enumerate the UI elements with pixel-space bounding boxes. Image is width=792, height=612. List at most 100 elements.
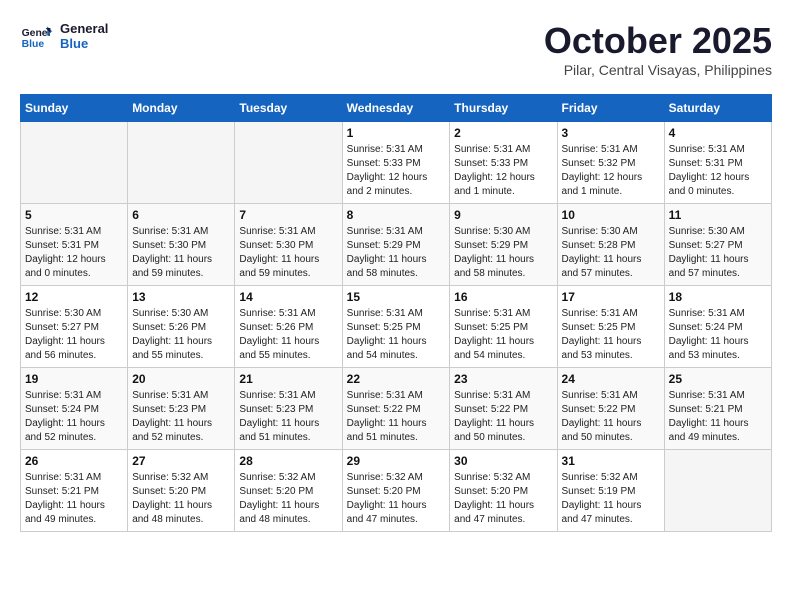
table-row: 20 Sunrise: 5:31 AMSunset: 5:23 PMDayligh… [128, 368, 235, 450]
day-info: Sunrise: 5:31 AMSunset: 5:23 PMDaylight:… [132, 389, 230, 445]
table-row [21, 122, 128, 204]
weekday-header-friday: Friday [557, 95, 664, 122]
day-info: Sunrise: 5:32 AMSunset: 5:20 PMDaylight:… [454, 471, 552, 527]
day-number: 15 [347, 290, 446, 304]
table-row: 28 Sunrise: 5:32 AMSunset: 5:20 PMDayligh… [235, 450, 342, 532]
day-info: Sunrise: 5:31 AMSunset: 5:24 PMDaylight:… [25, 389, 123, 445]
svg-text:Blue: Blue [22, 39, 45, 50]
table-row: 21 Sunrise: 5:31 AMSunset: 5:23 PMDayligh… [235, 368, 342, 450]
table-row: 4 Sunrise: 5:31 AMSunset: 5:31 PMDaylight… [664, 122, 771, 204]
day-number: 18 [669, 290, 767, 304]
day-info: Sunrise: 5:30 AMSunset: 5:27 PMDaylight:… [669, 225, 767, 281]
table-row: 3 Sunrise: 5:31 AMSunset: 5:32 PMDaylight… [557, 122, 664, 204]
day-number: 23 [454, 372, 552, 386]
table-row: 13 Sunrise: 5:30 AMSunset: 5:26 PMDayligh… [128, 286, 235, 368]
table-row: 30 Sunrise: 5:32 AMSunset: 5:20 PMDayligh… [450, 450, 557, 532]
day-info: Sunrise: 5:32 AMSunset: 5:19 PMDaylight:… [562, 471, 660, 527]
day-info: Sunrise: 5:31 AMSunset: 5:30 PMDaylight:… [132, 225, 230, 281]
table-row: 10 Sunrise: 5:30 AMSunset: 5:28 PMDayligh… [557, 204, 664, 286]
day-info: Sunrise: 5:30 AMSunset: 5:29 PMDaylight:… [454, 225, 552, 281]
day-info: Sunrise: 5:31 AMSunset: 5:26 PMDaylight:… [239, 307, 337, 363]
day-info: Sunrise: 5:30 AMSunset: 5:28 PMDaylight:… [562, 225, 660, 281]
location-subtitle: Pilar, Central Visayas, Philippines [544, 62, 772, 78]
calendar-week-row: 26 Sunrise: 5:31 AMSunset: 5:21 PMDayligh… [21, 450, 772, 532]
table-row: 8 Sunrise: 5:31 AMSunset: 5:29 PMDaylight… [342, 204, 450, 286]
weekday-header-thursday: Thursday [450, 95, 557, 122]
table-row: 29 Sunrise: 5:32 AMSunset: 5:20 PMDayligh… [342, 450, 450, 532]
day-number: 7 [239, 208, 337, 222]
day-number: 25 [669, 372, 767, 386]
title-block: October 2025 Pilar, Central Visayas, Phi… [544, 20, 772, 78]
day-number: 26 [25, 454, 123, 468]
table-row: 15 Sunrise: 5:31 AMSunset: 5:25 PMDayligh… [342, 286, 450, 368]
day-info: Sunrise: 5:31 AMSunset: 5:29 PMDaylight:… [347, 225, 446, 281]
weekday-header-wednesday: Wednesday [342, 95, 450, 122]
table-row: 5 Sunrise: 5:31 AMSunset: 5:31 PMDaylight… [21, 204, 128, 286]
day-info: Sunrise: 5:31 AMSunset: 5:21 PMDaylight:… [669, 389, 767, 445]
day-info: Sunrise: 5:31 AMSunset: 5:25 PMDaylight:… [562, 307, 660, 363]
table-row: 11 Sunrise: 5:30 AMSunset: 5:27 PMDayligh… [664, 204, 771, 286]
calendar-week-row: 19 Sunrise: 5:31 AMSunset: 5:24 PMDayligh… [21, 368, 772, 450]
calendar-week-row: 5 Sunrise: 5:31 AMSunset: 5:31 PMDaylight… [21, 204, 772, 286]
day-info: Sunrise: 5:32 AMSunset: 5:20 PMDaylight:… [347, 471, 446, 527]
day-info: Sunrise: 5:31 AMSunset: 5:25 PMDaylight:… [454, 307, 552, 363]
day-info: Sunrise: 5:31 AMSunset: 5:30 PMDaylight:… [239, 225, 337, 281]
day-number: 2 [454, 126, 552, 140]
day-info: Sunrise: 5:30 AMSunset: 5:26 PMDaylight:… [132, 307, 230, 363]
month-title: October 2025 [544, 20, 772, 62]
logo-text-blue: Blue [60, 36, 108, 51]
day-info: Sunrise: 5:31 AMSunset: 5:22 PMDaylight:… [562, 389, 660, 445]
table-row: 7 Sunrise: 5:31 AMSunset: 5:30 PMDaylight… [235, 204, 342, 286]
table-row [664, 450, 771, 532]
table-row: 19 Sunrise: 5:31 AMSunset: 5:24 PMDayligh… [21, 368, 128, 450]
day-info: Sunrise: 5:31 AMSunset: 5:31 PMDaylight:… [669, 143, 767, 199]
table-row: 17Sunrise: 5:31 AMSunset: 5:25 PMDayligh… [557, 286, 664, 368]
calendar-week-row: 12Sunrise: 5:30 AMSunset: 5:27 PMDayligh… [21, 286, 772, 368]
table-row: 31Sunrise: 5:32 AMSunset: 5:19 PMDayligh… [557, 450, 664, 532]
day-number: 11 [669, 208, 767, 222]
table-row: 14 Sunrise: 5:31 AMSunset: 5:26 PMDayligh… [235, 286, 342, 368]
page-header: General Blue General Blue October 2025 P… [20, 20, 772, 78]
day-number: 20 [132, 372, 230, 386]
day-info: Sunrise: 5:31 AMSunset: 5:22 PMDaylight:… [347, 389, 446, 445]
day-number: 21 [239, 372, 337, 386]
table-row: 2Sunrise: 5:31 AMSunset: 5:33 PMDaylight… [450, 122, 557, 204]
day-info: Sunrise: 5:32 AMSunset: 5:20 PMDaylight:… [239, 471, 337, 527]
table-row: 27 Sunrise: 5:32 AMSunset: 5:20 PMDayligh… [128, 450, 235, 532]
day-number: 8 [347, 208, 446, 222]
day-number: 13 [132, 290, 230, 304]
calendar-week-row: 1Sunrise: 5:31 AMSunset: 5:33 PMDaylight… [21, 122, 772, 204]
day-number: 5 [25, 208, 123, 222]
calendar-table: SundayMondayTuesdayWednesdayThursdayFrid… [20, 94, 772, 532]
day-number: 27 [132, 454, 230, 468]
day-number: 22 [347, 372, 446, 386]
table-row: 6 Sunrise: 5:31 AMSunset: 5:30 PMDaylight… [128, 204, 235, 286]
day-info: Sunrise: 5:32 AMSunset: 5:20 PMDaylight:… [132, 471, 230, 527]
table-row: 23Sunrise: 5:31 AMSunset: 5:22 PMDayligh… [450, 368, 557, 450]
day-number: 14 [239, 290, 337, 304]
day-number: 10 [562, 208, 660, 222]
weekday-header-tuesday: Tuesday [235, 95, 342, 122]
logo: General Blue General Blue [20, 20, 108, 52]
day-number: 29 [347, 454, 446, 468]
weekday-header-monday: Monday [128, 95, 235, 122]
day-number: 28 [239, 454, 337, 468]
day-number: 12 [25, 290, 123, 304]
day-number: 19 [25, 372, 123, 386]
logo-icon: General Blue [20, 20, 52, 52]
day-info: Sunrise: 5:31 AMSunset: 5:31 PMDaylight:… [25, 225, 123, 281]
day-info: Sunrise: 5:31 AMSunset: 5:32 PMDaylight:… [562, 143, 660, 199]
day-number: 4 [669, 126, 767, 140]
day-info: Sunrise: 5:31 AMSunset: 5:21 PMDaylight:… [25, 471, 123, 527]
day-number: 16 [454, 290, 552, 304]
day-info: Sunrise: 5:31 AMSunset: 5:25 PMDaylight:… [347, 307, 446, 363]
table-row: 25 Sunrise: 5:31 AMSunset: 5:21 PMDayligh… [664, 368, 771, 450]
day-number: 30 [454, 454, 552, 468]
day-number: 3 [562, 126, 660, 140]
day-info: Sunrise: 5:31 AMSunset: 5:24 PMDaylight:… [669, 307, 767, 363]
day-number: 6 [132, 208, 230, 222]
weekday-header-row: SundayMondayTuesdayWednesdayThursdayFrid… [21, 95, 772, 122]
day-number: 9 [454, 208, 552, 222]
table-row: 12Sunrise: 5:30 AMSunset: 5:27 PMDayligh… [21, 286, 128, 368]
day-info: Sunrise: 5:31 AMSunset: 5:23 PMDaylight:… [239, 389, 337, 445]
